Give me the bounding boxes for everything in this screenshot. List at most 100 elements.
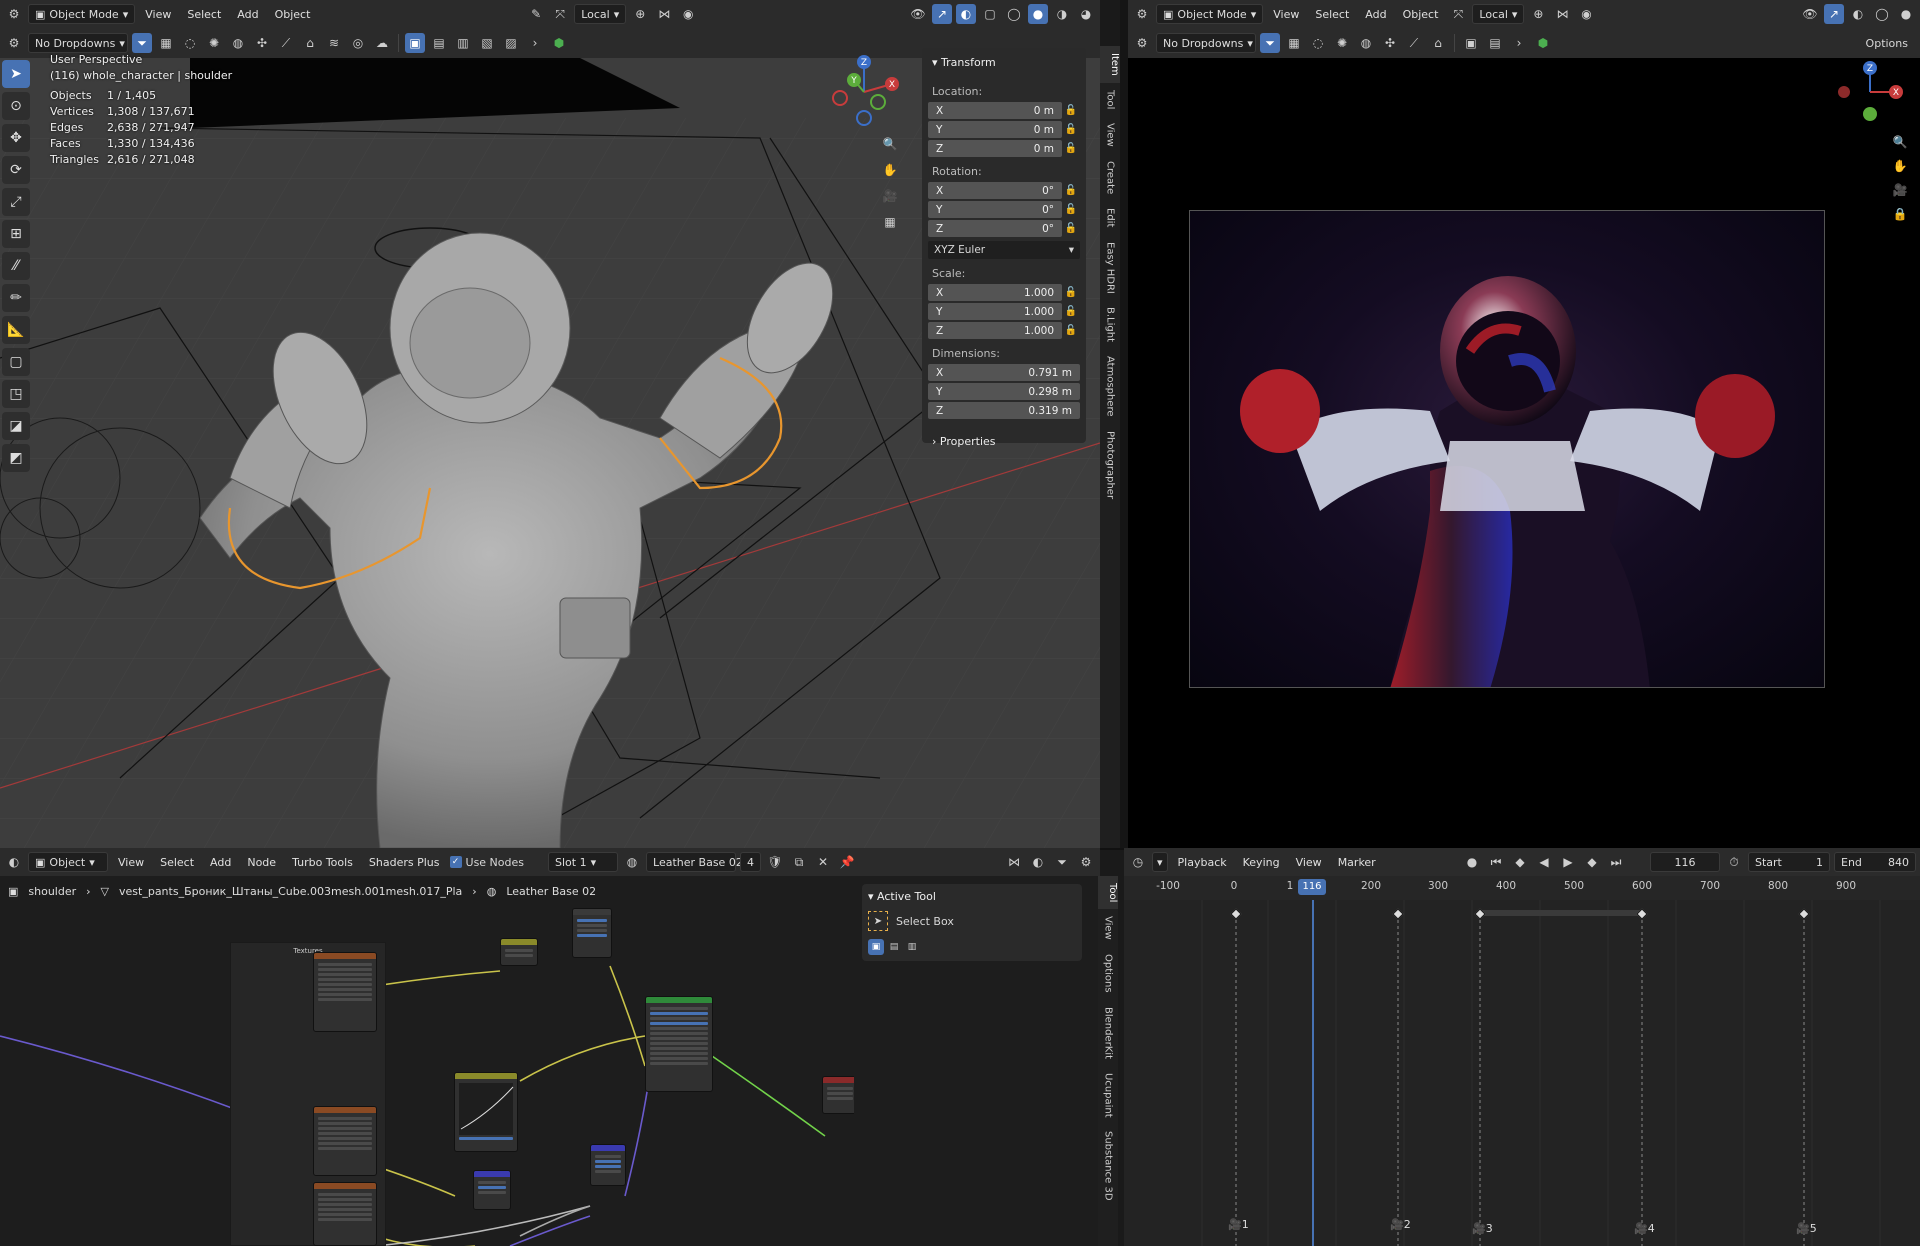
node-hue-sat[interactable] [500, 938, 538, 966]
tab-tool[interactable]: Tool [1098, 876, 1118, 910]
camera-filter-icon[interactable]: ◍ [1356, 33, 1376, 53]
overlay-icon[interactable]: ◐ [1028, 852, 1048, 872]
use-nodes-checkbox[interactable]: ✓ Use Nodes [449, 856, 524, 869]
node-principled-bsdf[interactable] [645, 996, 713, 1092]
filter-dropdown[interactable]: No Dropdowns ▾ [1156, 33, 1256, 53]
navigation-gizmo[interactable]: Z X Y [822, 52, 906, 136]
snap-icon[interactable]: ⋈ [1004, 852, 1024, 872]
shading-wire-icon[interactable]: ◯ [1004, 4, 1024, 24]
location-x-field[interactable]: X0 m [928, 102, 1062, 119]
rotation-z-field[interactable]: Z 0° [928, 220, 1062, 237]
lamp-icon[interactable]: ✺ [204, 33, 224, 53]
slot-dropdown[interactable]: Slot 1 ▾ [548, 852, 619, 872]
menu-node[interactable]: Node [241, 854, 282, 871]
node-color-mix[interactable] [572, 908, 612, 958]
overlays-icon[interactable]: ◐ [956, 4, 977, 24]
empty-icon[interactable]: ✣ [1380, 33, 1400, 53]
render-navigation-gizmo[interactable]: Z X [1828, 56, 1912, 126]
tab-item[interactable]: Item [1100, 46, 1120, 83]
menu-select[interactable]: Select [1309, 6, 1355, 23]
select-extend-icon[interactable]: ▤ [1485, 33, 1505, 53]
menu-object[interactable]: Object [1397, 6, 1445, 23]
menu-select[interactable]: Select [154, 854, 200, 871]
camera-marker-5[interactable]: 🎥5 [1796, 1222, 1817, 1235]
node-bump[interactable] [590, 1144, 626, 1186]
menu-add[interactable]: Add [231, 6, 264, 23]
material-sphere-icon[interactable]: ◍ [622, 852, 642, 872]
select-tool-icon[interactable]: ➤ [2, 60, 30, 88]
lattice-icon[interactable]: ⌂ [1428, 33, 1448, 53]
lock-icon[interactable]: 🔓 [1062, 306, 1080, 317]
shader-type-dropdown[interactable]: ▣ Object ▾ [28, 852, 108, 872]
lock-icon[interactable]: 🔓 [1062, 124, 1080, 135]
editor-type-icon[interactable]: ⚙ [4, 4, 24, 24]
scale-y-field[interactable]: Y 1.000 [928, 303, 1062, 320]
lock-icon[interactable]: 🔓 [1062, 143, 1080, 154]
rotation-y-field[interactable]: Y 0° [928, 201, 1062, 218]
select-subtract-icon[interactable]: ▥ [453, 33, 473, 53]
menu-keying[interactable]: Keying [1237, 854, 1286, 871]
tab-easy-hdri[interactable]: Easy HDRI [1105, 235, 1116, 301]
fake-user-icon[interactable]: 🛡 [765, 852, 785, 872]
menu-view[interactable]: View [112, 854, 150, 871]
settings-icon[interactable]: ⚙ [4, 33, 24, 53]
bone-icon[interactable]: ⟋ [276, 33, 296, 53]
tab-substance-3d[interactable]: Substance 3D [1103, 1124, 1114, 1208]
shading-material-icon[interactable]: ◑ [1052, 4, 1072, 24]
eyedropper-icon[interactable]: ✎ [526, 4, 546, 24]
filter-icon[interactable]: ⏷ [1260, 33, 1280, 53]
gizmo-icon[interactable]: ↗ [932, 4, 953, 24]
pivot-icon[interactable]: ⊕ [630, 4, 650, 24]
location-y-field[interactable]: Y0 m [928, 121, 1062, 138]
lock-icon[interactable]: 🔓 [1062, 105, 1080, 116]
tab-create[interactable]: Create [1105, 154, 1116, 201]
shear-tool-icon[interactable]: ◩ [2, 444, 30, 472]
curve-icon[interactable]: ◌ [1308, 33, 1328, 53]
transform-icon[interactable]: ⤧ [1448, 4, 1468, 24]
editor-type-icon[interactable]: ◷ [1128, 852, 1148, 872]
timeline-body[interactable] [1124, 900, 1920, 1246]
orientation-dropdown[interactable]: Local ▾ [574, 4, 627, 24]
menu-playback[interactable]: Playback [1172, 854, 1233, 871]
plane-tool-icon[interactable]: ◪ [2, 412, 30, 440]
properties-header[interactable]: › Properties [928, 431, 1080, 456]
filter-dropdown[interactable]: No Dropdowns ▾ [28, 33, 128, 53]
material-name-field[interactable]: Leather Base 02 [646, 852, 743, 872]
breadcrumb-material[interactable]: Leather Base 02 [506, 885, 596, 898]
select-mode-icon[interactable]: ▣ [405, 33, 425, 53]
lock-icon[interactable]: 🔓 [1062, 204, 1080, 215]
empty-icon[interactable]: ✣ [252, 33, 272, 53]
tab-edit[interactable]: Edit [1105, 201, 1116, 234]
shading-solid-icon[interactable]: ● [1896, 4, 1916, 24]
annotate-tool-icon[interactable]: ⁄⁄ [2, 252, 30, 280]
zoom-icon[interactable]: 🔍 [1890, 132, 1910, 152]
proportional-icon[interactable]: ◉ [678, 4, 698, 24]
menu-select[interactable]: Select [181, 6, 227, 23]
tab-blenderkit[interactable]: BlenderKit [1103, 1000, 1114, 1066]
select-box-icon[interactable]: ➤ [868, 911, 888, 931]
visibility-icon[interactable]: 👁 [908, 4, 928, 24]
camera-marker-2[interactable]: 🎥2 [1390, 1218, 1411, 1231]
hair-icon[interactable]: ≋ [324, 33, 344, 53]
lock-icon[interactable]: 🔓 [1062, 325, 1080, 336]
xray-icon[interactable]: ▢ [980, 4, 1000, 24]
addon-cube-icon[interactable]: ⬢ [1533, 33, 1553, 53]
tab-options[interactable]: Options [1103, 947, 1114, 1000]
rotation-x-field[interactable]: X 0° [928, 182, 1062, 199]
close-icon[interactable]: ✕ [813, 852, 833, 872]
transform-icon[interactable]: ⤧ [550, 4, 570, 24]
breadcrumb-mesh[interactable]: vest_pants_Броник_Штаны_Cube.003mesh.001… [119, 885, 462, 898]
overlays-icon[interactable]: ◐ [1848, 4, 1868, 24]
mode-dropdown[interactable]: ▣ Object Mode ▾ [28, 4, 136, 24]
viewport-3d[interactable]: ⚙ ▣ Object Mode ▾ View Select Add Object … [0, 0, 1100, 848]
move-tool-icon[interactable]: ✥ [2, 124, 30, 152]
menu-shaders-plus[interactable]: Shaders Plus [363, 854, 446, 871]
select-mode-icon[interactable]: ▣ [1461, 33, 1481, 53]
select-extend-icon[interactable]: ▤ [886, 939, 902, 955]
menu-add[interactable]: Add [1359, 6, 1392, 23]
mesh-icon[interactable]: ▦ [156, 33, 176, 53]
shading-wire-icon[interactable]: ◯ [1872, 4, 1892, 24]
next-keyframe-icon[interactable]: ◆ [1582, 852, 1602, 872]
settings-icon[interactable]: ⚙ [1132, 33, 1152, 53]
jump-end-icon[interactable]: ⏭ [1606, 852, 1626, 872]
